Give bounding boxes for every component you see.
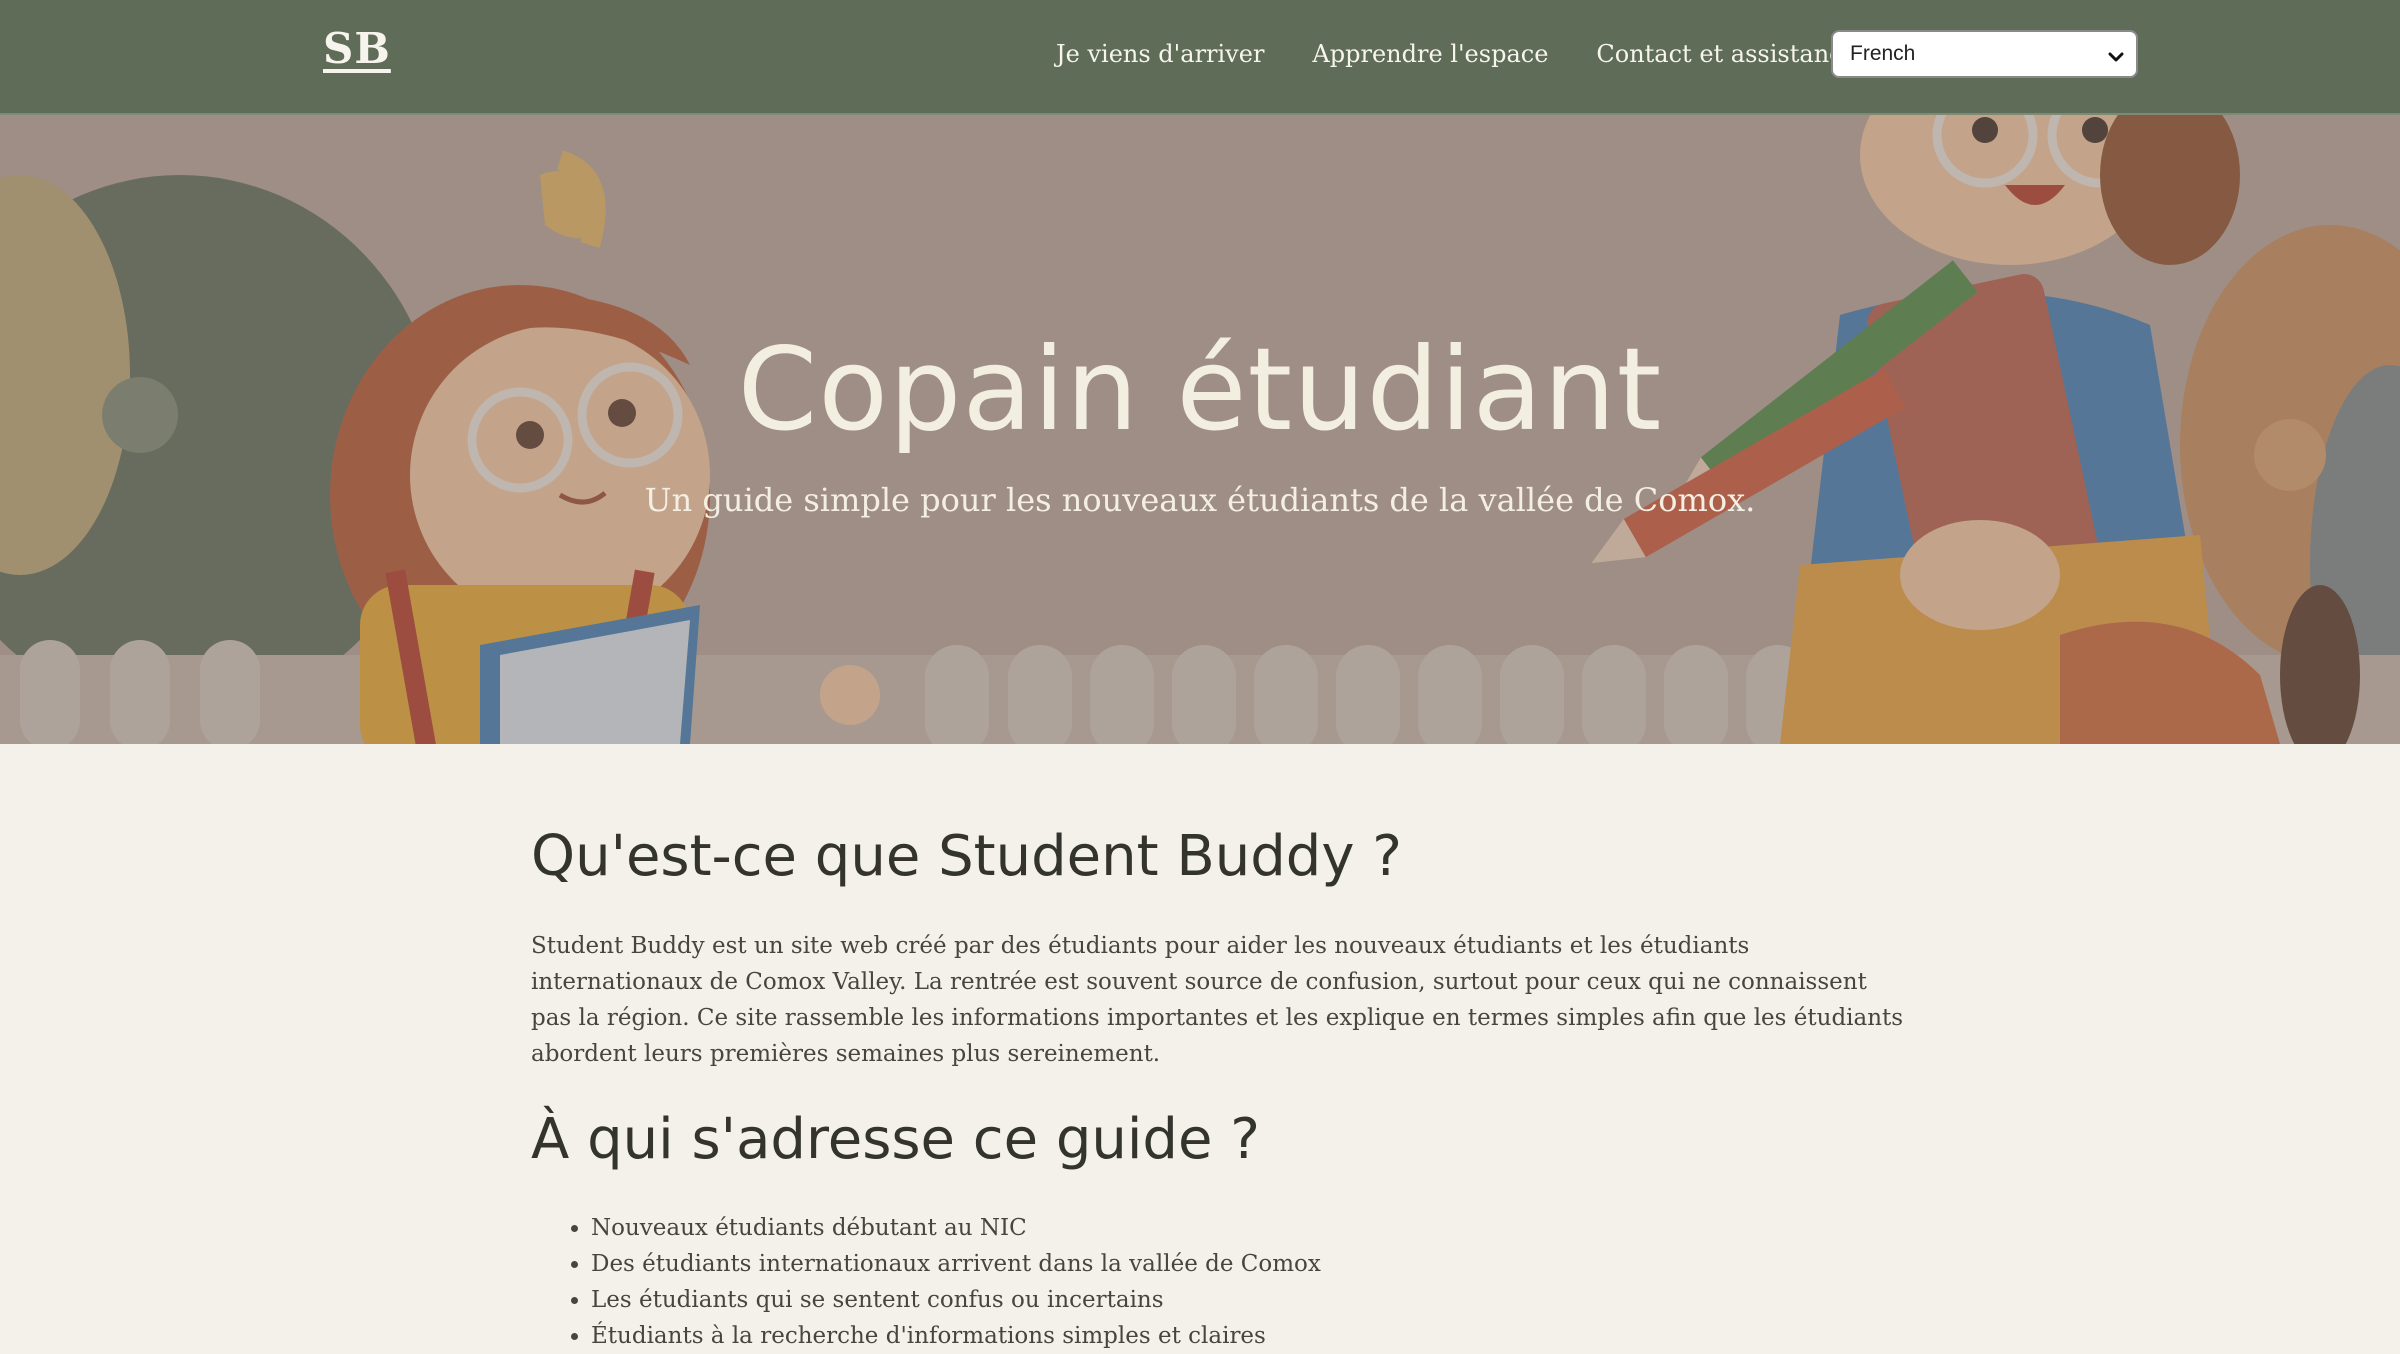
audience-list: Nouveaux étudiants débutant au NIC Des é… <box>531 1210 1321 1354</box>
chevron-down-icon <box>2108 48 2124 67</box>
nav-link-learn-area[interactable]: Apprendre l'espace <box>1312 40 1548 68</box>
language-select[interactable]: French <box>1831 30 2138 78</box>
about-paragraph: Student Buddy est un site web créé par d… <box>531 933 1904 1067</box>
list-item: Nouveaux étudiants débutant au NIC <box>591 1210 1321 1246</box>
logo-link[interactable]: SB <box>323 24 391 73</box>
hero-subtitle: Un guide simple pour les nouveaux étudia… <box>644 481 1756 519</box>
nav-link-just-arrived[interactable]: Je viens d'arriver <box>1056 40 1264 68</box>
language-select-value: French <box>1850 42 1916 65</box>
hero-banner: Copain étudiant Un guide simple pour les… <box>0 115 2400 744</box>
list-item: Les étudiants qui se sentent confus ou i… <box>591 1282 1321 1318</box>
main-nav: Je viens d'arriver Apprendre l'espace Co… <box>1056 40 1857 68</box>
top-navbar: SB Je viens d'arriver Apprendre l'espace… <box>0 0 2400 115</box>
hero-title: Copain étudiant <box>737 323 1663 456</box>
nav-link-contact-support[interactable]: Contact et assistance <box>1596 40 1856 68</box>
list-item: Des étudiants internationaux arrivent da… <box>591 1246 1321 1282</box>
about-heading: Qu'est-ce que Student Buddy ? <box>531 824 1403 889</box>
audience-heading: À qui s'adresse ce guide ? <box>531 1107 1260 1172</box>
